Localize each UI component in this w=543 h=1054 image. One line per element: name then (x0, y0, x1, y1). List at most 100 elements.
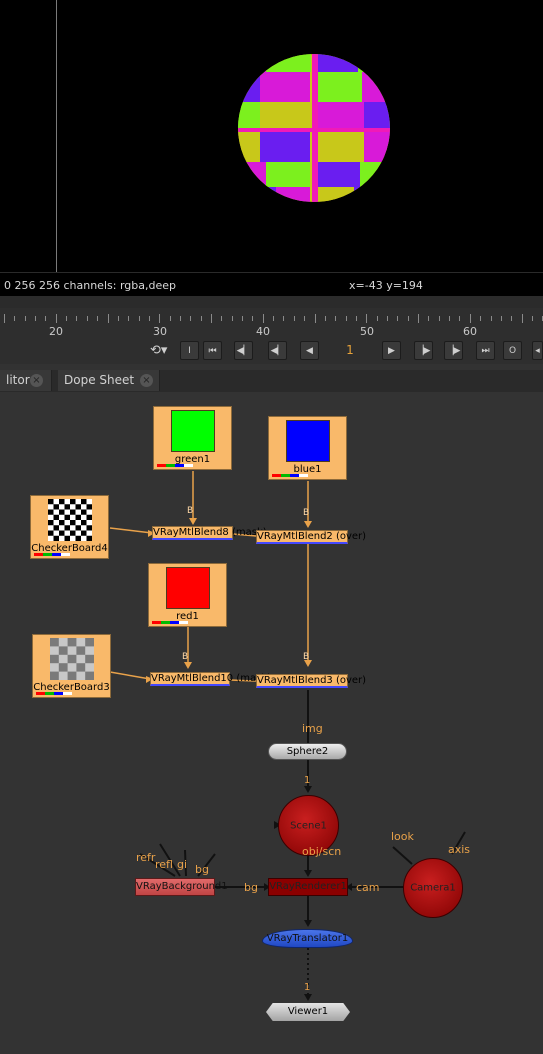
timeline-tick (190, 316, 192, 321)
timeline-tick (273, 316, 275, 321)
timeline-ruler[interactable]: 20 30 40 50 60 (0, 308, 543, 340)
step-forward-icon[interactable]: ▕▶ (414, 341, 433, 360)
timeline-tick (428, 316, 430, 321)
timeline-tick (252, 316, 254, 321)
viewer-info-bar: 0 256 256 channels: rgba,deep x=-43 y=19… (0, 272, 543, 297)
timeline-tick (4, 314, 5, 323)
panel-tab-bar: litor × Dope Sheet × (0, 370, 543, 393)
timeline-tick (480, 316, 482, 321)
background-node[interactable]: VRayBackground1 (135, 878, 228, 896)
skip-to-start-icon[interactable]: ⏮ (203, 341, 222, 360)
color-swatch (286, 420, 330, 462)
tab-label: litor (6, 373, 30, 387)
timeline-tick (169, 316, 171, 321)
tab-label: Dope Sheet (64, 373, 135, 387)
translator-node[interactable]: VRayTranslator1 (262, 929, 353, 948)
node-graph[interactable]: green1 blue1 CheckerBoard4 VRayMtlBlend8… (0, 392, 543, 1054)
timeline-tick (521, 314, 523, 323)
node-label: VRayMtlBlend8 (mask) (153, 527, 267, 538)
step-back-icon[interactable]: ◀▏ (268, 341, 287, 360)
tab-dope-sheet[interactable]: Dope Sheet × (58, 370, 160, 391)
rendered-sphere (238, 54, 390, 202)
camera-node[interactable]: Camera1 (403, 858, 463, 918)
timeline-tick (314, 314, 316, 323)
input-label: 1 (304, 775, 311, 786)
input-label: B (182, 652, 189, 662)
sphere-node[interactable]: Sphere2 (268, 743, 347, 760)
timeline-label: 20 (49, 325, 63, 338)
timeline-tick (86, 316, 88, 321)
timeline-label: 30 (153, 325, 167, 338)
input-label: bg (244, 881, 258, 894)
timeline-tick (35, 316, 36, 321)
channel-indicator (152, 621, 188, 624)
timeline-tick (490, 316, 492, 321)
timeline-label: 40 (256, 325, 270, 338)
input-label: refr (136, 851, 156, 864)
channel-indicator (272, 474, 308, 477)
blend-node-8[interactable]: VRayMtlBlend8 (mask) (152, 526, 267, 540)
timeline-tick (335, 316, 337, 321)
close-icon[interactable]: × (140, 374, 153, 387)
timeline-tick (407, 316, 409, 321)
timeline-tick (14, 316, 16, 321)
play-backward-icon[interactable]: ◀ (300, 341, 319, 360)
timeline-tick (159, 314, 161, 323)
timeline-tick (283, 316, 285, 321)
viewer-node[interactable]: Viewer1 (266, 1003, 350, 1021)
timeline-tick (459, 316, 461, 321)
play-forward-icon[interactable]: ▶ (382, 341, 401, 360)
checker-thumbnail (48, 499, 92, 541)
tab-node-editor[interactable]: litor × (0, 370, 52, 391)
checkerboard-node-3[interactable]: CheckerBoard3 (32, 634, 111, 698)
color-swatch (171, 410, 215, 452)
constant-node-blue[interactable]: blue1 (268, 416, 347, 480)
input-label: obj/scn (302, 845, 342, 858)
out-point-button[interactable]: O (503, 341, 522, 360)
node-label: Camera1 (410, 882, 456, 894)
cursor-coordinates: x=-43 y=194 (349, 279, 423, 292)
input-label: B (187, 506, 194, 516)
current-frame[interactable]: 1 (330, 341, 370, 360)
timeline-tick (138, 316, 140, 321)
timeline-tick (397, 316, 399, 321)
timeline-tick (107, 314, 109, 323)
timeline-tick (262, 314, 264, 323)
node-label: VRayMtlBlend10 (mask) (151, 673, 271, 684)
more-controls-icon[interactable]: ◂ (532, 341, 543, 360)
channel-indicator (36, 692, 72, 695)
input-label: axis (448, 843, 471, 856)
timeline-tick (293, 316, 295, 321)
node-label: Viewer1 (287, 1006, 329, 1017)
node-label: Sphere2 (286, 746, 329, 757)
next-keyframe-icon[interactable]: ▕▶ (444, 341, 463, 360)
timeline-tick (355, 316, 357, 321)
close-icon[interactable]: × (30, 374, 43, 387)
blend-node-10[interactable]: VRayMtlBlend10 (mask) (150, 672, 271, 686)
timeline-tick (387, 316, 388, 321)
constant-node-red[interactable]: red1 (148, 563, 227, 627)
timeline-tick (97, 316, 99, 321)
skip-to-end-icon[interactable]: ⏭ (476, 341, 495, 360)
blend-node-3[interactable]: VRayMtlBlend3 (over) (256, 674, 366, 688)
viewer-canvas[interactable] (0, 0, 543, 272)
playback-controls: ⟲▾ I ⏮ ◀▏ ◀▏ ◀ 1 ▶ ▕▶ ▕▶ ⏭ O ◂ (0, 340, 543, 364)
timeline-tick (418, 314, 419, 323)
timeline-tick (376, 316, 378, 321)
blend-node-2[interactable]: VRayMtlBlend2 (over) (256, 530, 366, 544)
timeline-tick (128, 316, 130, 321)
in-point-button[interactable]: I (180, 341, 199, 360)
input-label: gi (177, 858, 188, 871)
renderer-node[interactable]: VRayRenderer1 (268, 878, 348, 896)
node-label: VRayRenderer1 (269, 881, 347, 892)
timeline-tick (221, 316, 223, 321)
timeline-tick (304, 316, 306, 321)
loop-icon[interactable]: ⟲▾ (150, 343, 172, 359)
input-label: look (391, 830, 414, 843)
color-swatch (166, 567, 210, 609)
timeline-tick (449, 316, 451, 321)
input-label: img (302, 722, 323, 735)
previous-keyframe-icon[interactable]: ◀▏ (234, 341, 253, 360)
checkerboard-node-4[interactable]: CheckerBoard4 (30, 495, 109, 559)
constant-node-green[interactable]: green1 (153, 406, 232, 470)
